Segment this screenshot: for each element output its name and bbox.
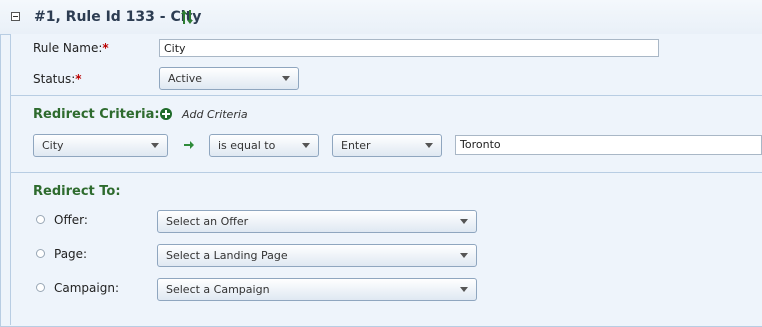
rule-name-label: Rule Name:*: [33, 41, 109, 55]
landing-page-select[interactable]: Select a Landing Page: [157, 244, 477, 267]
campaign-select-value: Select a Campaign: [166, 283, 270, 296]
criteria-field-select[interactable]: City: [33, 134, 168, 157]
campaign-select[interactable]: Select a Campaign: [157, 278, 477, 301]
redirect-criteria-title: Redirect Criteria:: [33, 107, 160, 122]
status-select-value: Active: [168, 72, 203, 85]
collapse-minus-icon[interactable]: [11, 12, 20, 21]
rule-name-input[interactable]: City: [159, 39, 659, 57]
rule-title: #1, Rule Id 133 - City: [34, 9, 202, 25]
criteria-operator-select[interactable]: is equal to: [209, 134, 319, 157]
rule-header: #1, Rule Id 133 - City: [0, 0, 762, 35]
criteria-mode-value: Enter: [341, 139, 371, 152]
chevron-down-icon: [302, 143, 310, 148]
redirect-to-title: Redirect To:: [33, 184, 121, 199]
status-label: Status:*: [33, 72, 82, 86]
chevron-down-icon: [282, 76, 290, 81]
campaign-radio[interactable]: [36, 283, 45, 292]
arrow-right-icon: [184, 141, 194, 149]
landing-page-select-value: Select a Landing Page: [166, 249, 288, 262]
page-radio[interactable]: [36, 249, 45, 258]
add-criteria-link[interactable]: Add Criteria: [182, 108, 248, 121]
offer-select[interactable]: Select an Offer: [157, 210, 477, 233]
chevron-down-icon: [460, 287, 468, 292]
chevron-down-icon: [151, 143, 159, 148]
chevron-down-icon: [460, 219, 468, 224]
chevron-down-icon: [425, 143, 433, 148]
status-select[interactable]: Active: [159, 67, 299, 90]
criteria-field-value: City: [42, 139, 64, 152]
offer-radio[interactable]: [36, 215, 45, 224]
criteria-operator-value: is equal to: [218, 139, 276, 152]
add-circle-icon[interactable]: [160, 108, 172, 120]
divider: [10, 172, 762, 173]
criteria-mode-select[interactable]: Enter: [332, 134, 442, 157]
sort-arrows-icon[interactable]: [181, 9, 193, 25]
criteria-value-input[interactable]: Toronto: [455, 135, 762, 155]
page-label: Page:: [54, 247, 88, 261]
chevron-down-icon: [460, 253, 468, 258]
offer-select-value: Select an Offer: [166, 215, 249, 228]
offer-label: Offer:: [54, 213, 88, 227]
divider: [10, 95, 762, 96]
campaign-label: Campaign:: [54, 281, 119, 295]
